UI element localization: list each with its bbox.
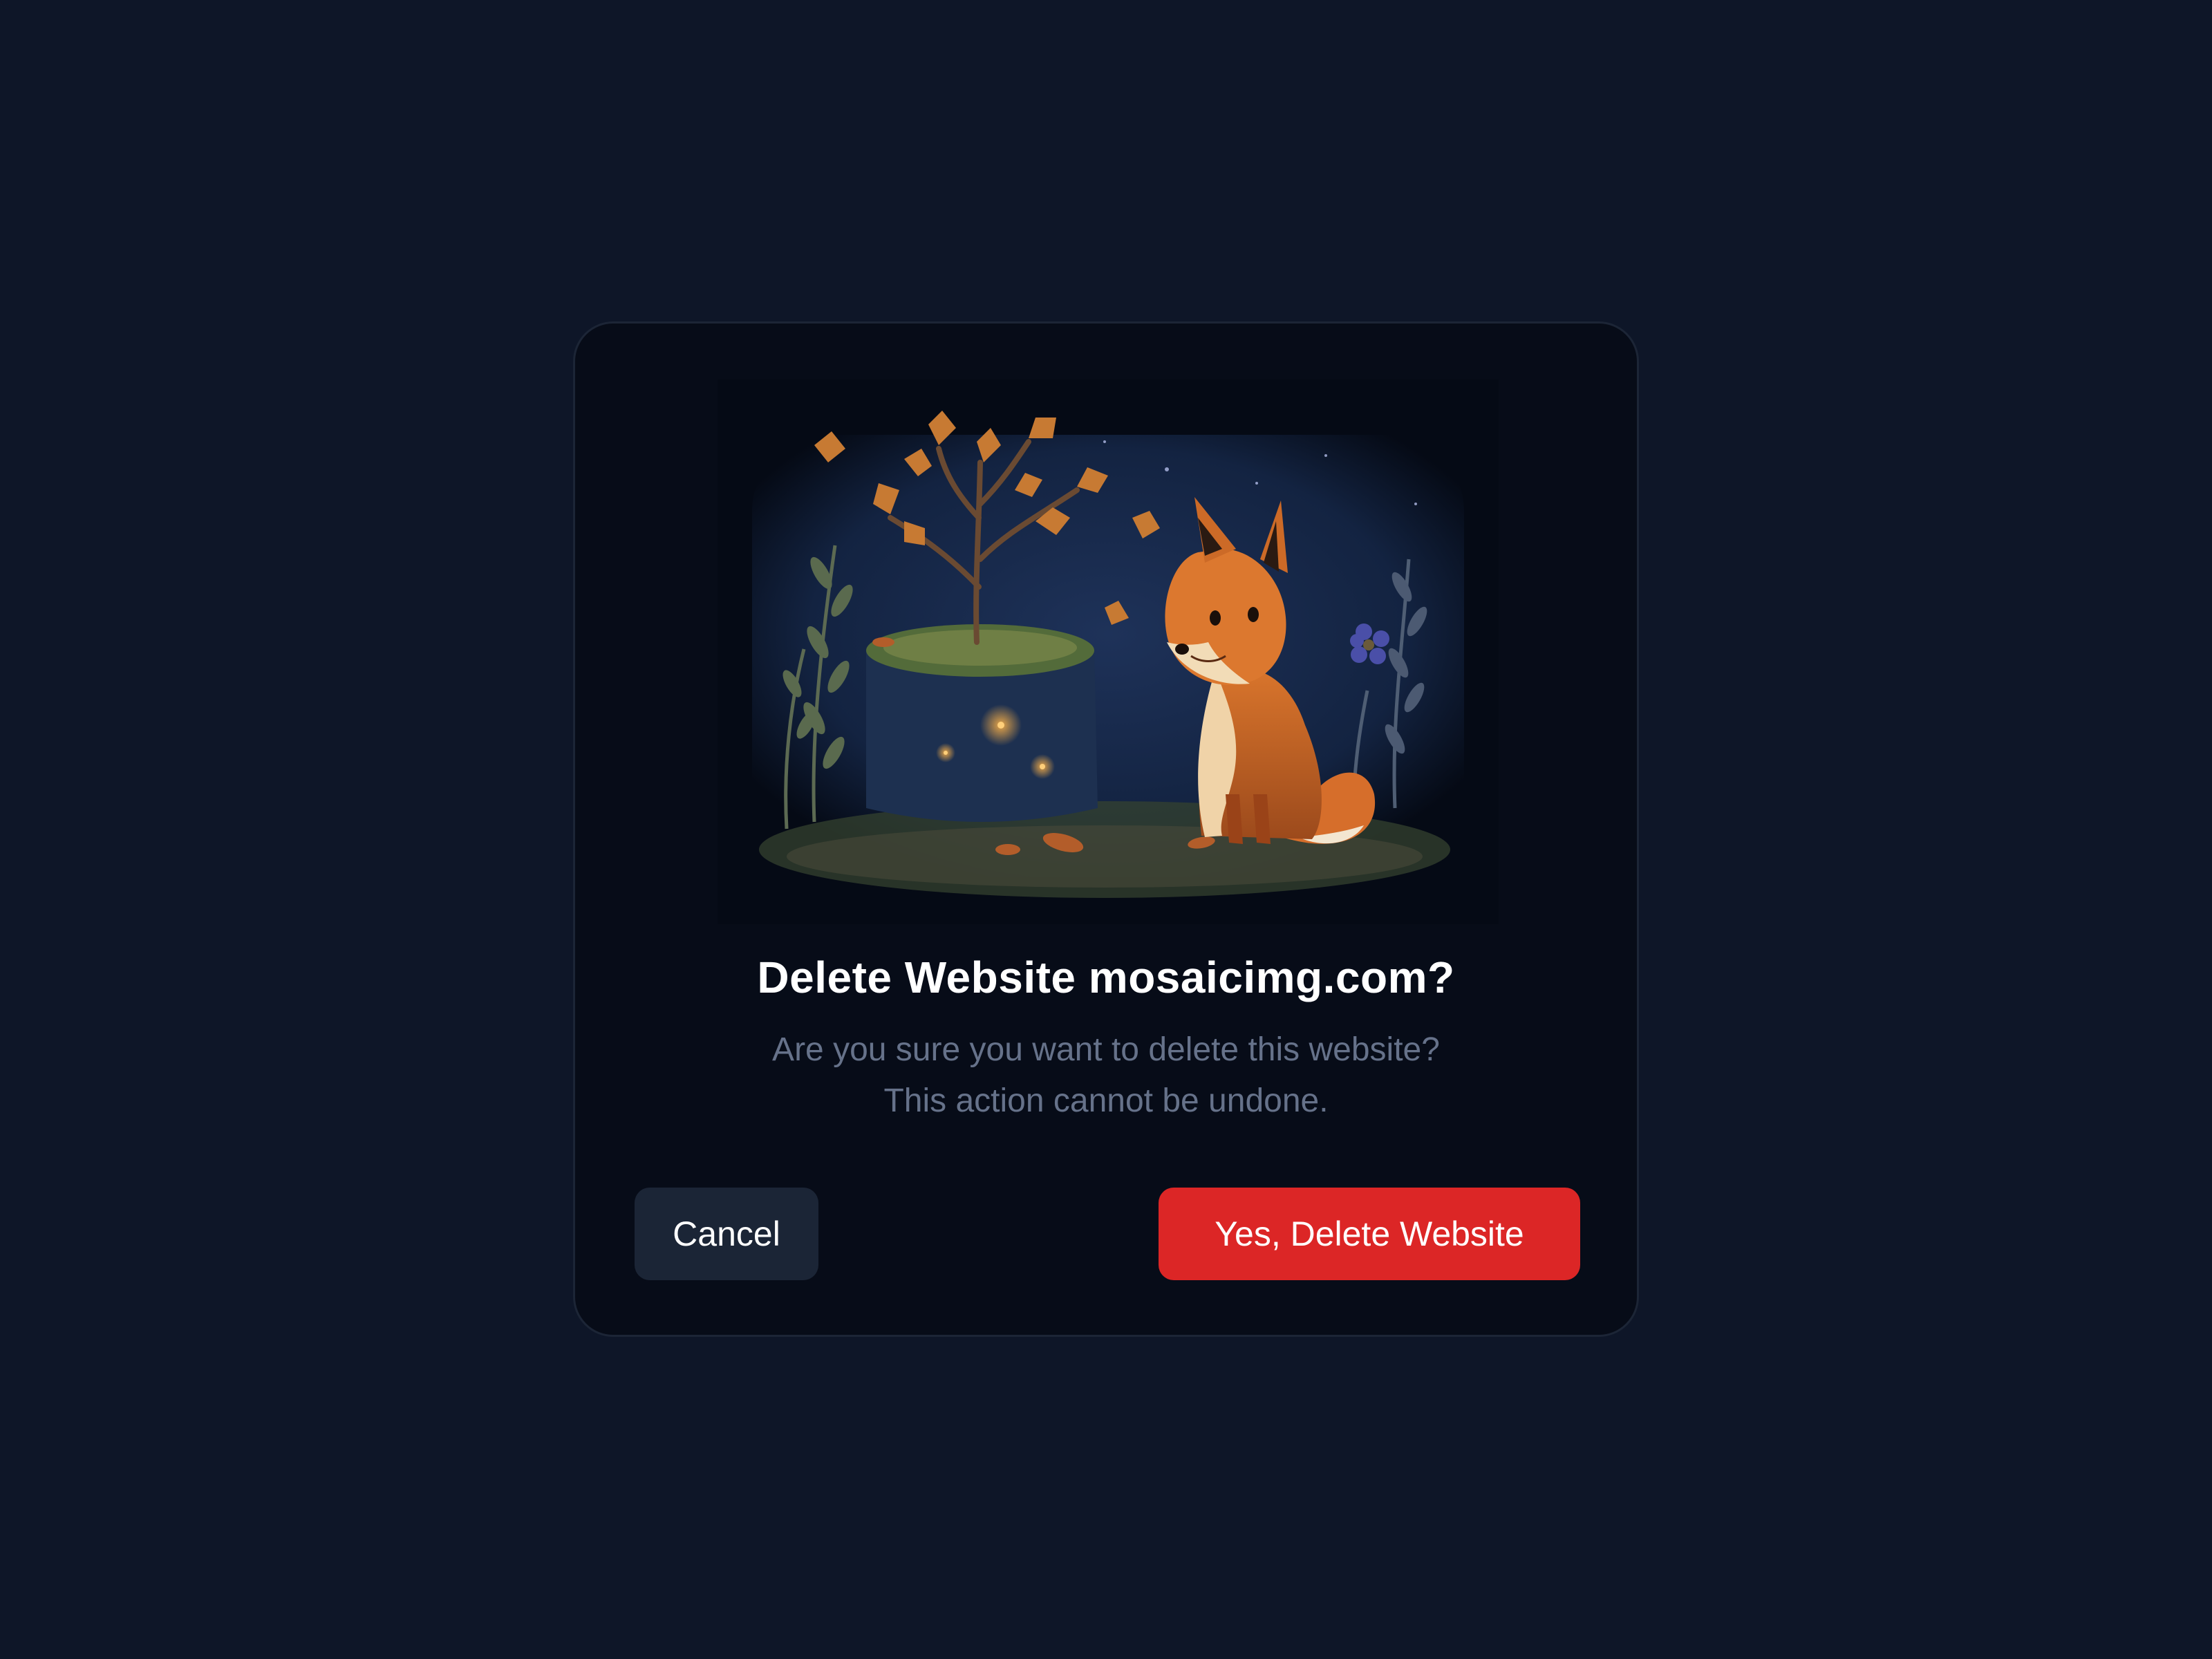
cancel-button[interactable]: Cancel: [635, 1188, 818, 1280]
fox-and-tree-illustration: [718, 379, 1499, 924]
dialog-title: Delete Website mosaicimg.com?: [757, 953, 1455, 1002]
delete-website-dialog: Delete Website mosaicimg.com? Are you su…: [573, 321, 1639, 1337]
confirm-delete-button[interactable]: Yes, Delete Website: [1159, 1188, 1580, 1280]
dialog-description: Are you sure you want to delete this web…: [772, 1031, 1440, 1119]
